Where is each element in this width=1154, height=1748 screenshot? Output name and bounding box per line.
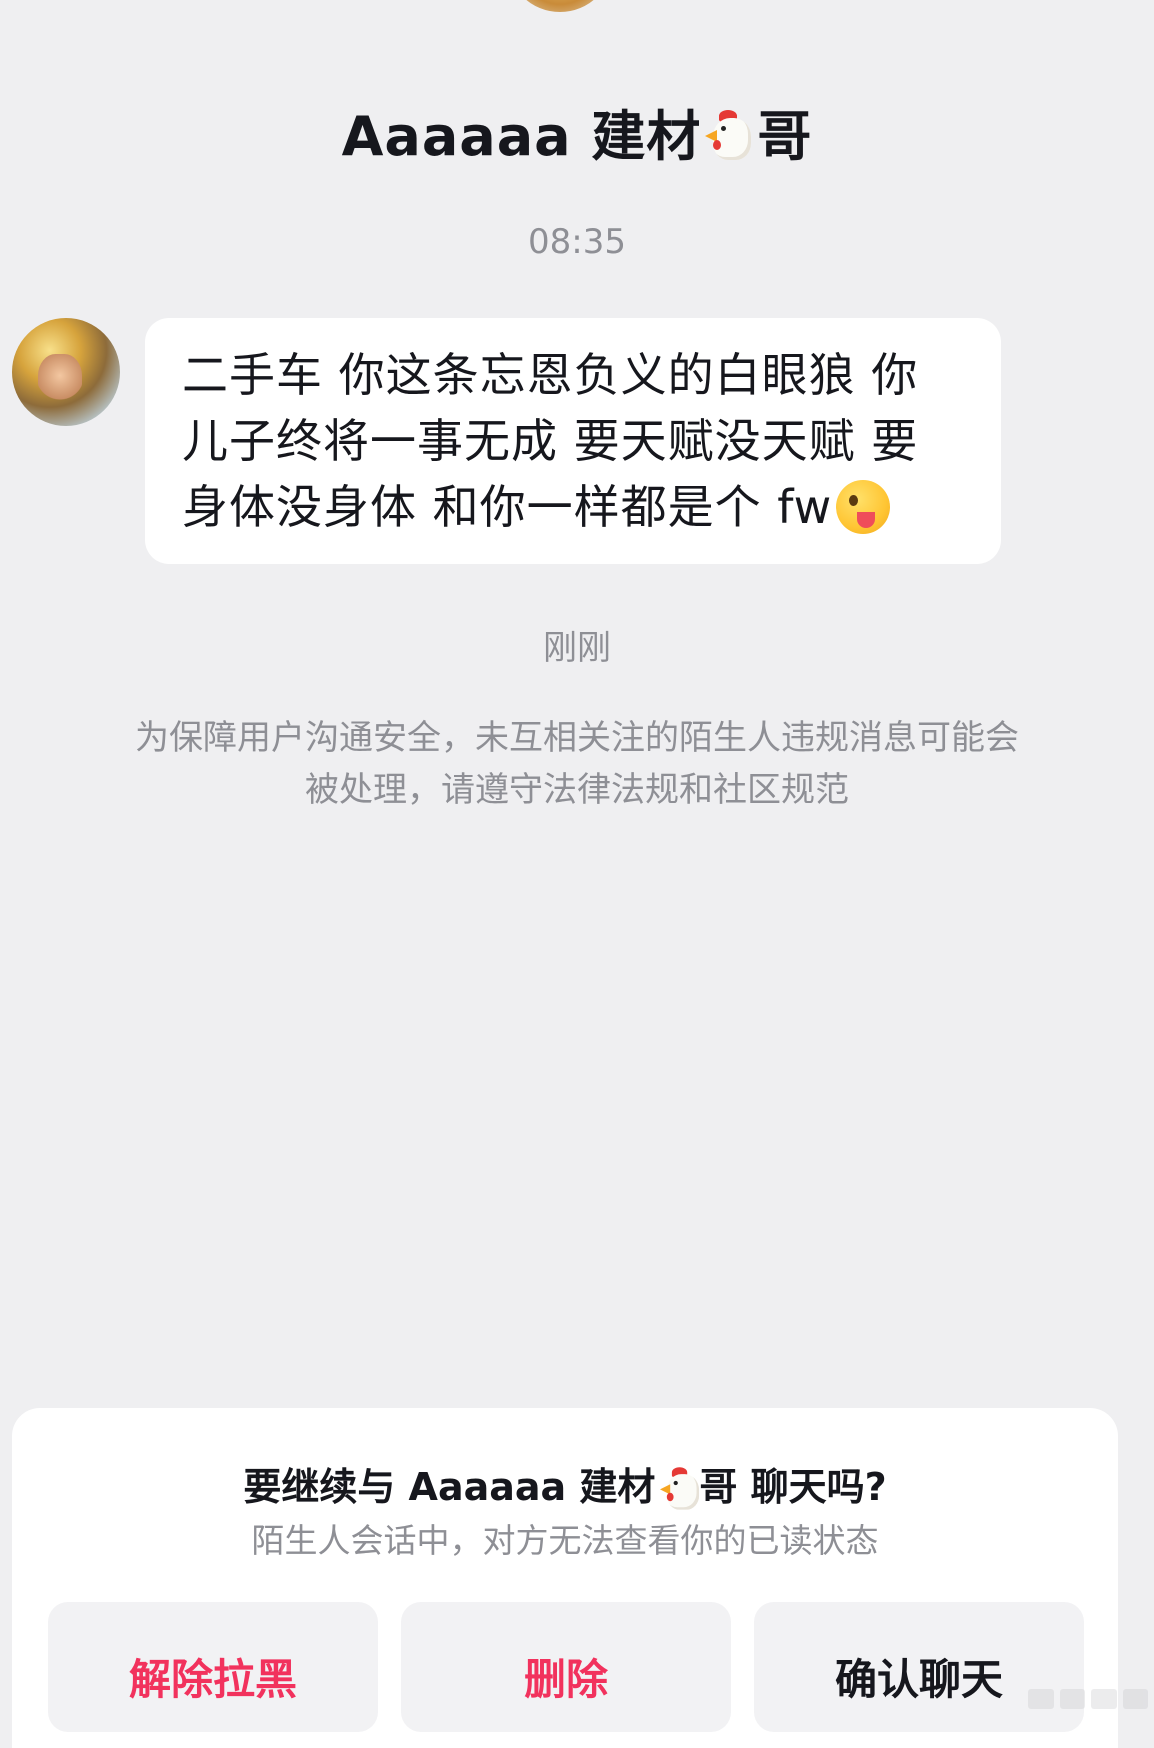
chicken-emoji-icon (660, 1466, 700, 1510)
sender-avatar[interactable] (12, 318, 120, 426)
recent-time-label: 刚刚 (543, 628, 611, 668)
chicken-emoji-icon (705, 110, 753, 162)
confirm-chat-button[interactable]: 确认聊天 (754, 1602, 1084, 1732)
message-timestamp: 08:35 (528, 222, 626, 262)
safety-notice: 为保障用户沟通安全，未互相关注的陌生人违规消息可能会被处理，请遵守法律法规和社区… (135, 718, 1019, 810)
continue-chat-sheet: 要继续与 Aaaaaa 建材哥 聊天吗? 陌生人会话中，对方无法查看你的已读状态… (12, 1408, 1118, 1748)
message-bubble[interactable]: 二手车 你这条忘恩负义的白眼狼 你儿子终将一事无成 要天赋没天赋 要身体没身体 … (145, 318, 1001, 564)
read-status-note: 陌生人会话中，对方无法查看你的已读状态 (251, 1521, 879, 1560)
chat-title-suffix: 哥 (757, 105, 813, 168)
contact-avatar-top[interactable] (507, 0, 613, 12)
chat-title-prefix: Aaaaaa 建材 (341, 105, 702, 168)
unblock-button[interactable]: 解除拉黑 (48, 1602, 378, 1732)
watermark (1028, 1689, 1148, 1709)
question-prefix: 要继续与 Aaaaaa 建材 (243, 1465, 656, 1509)
winking-tongue-emoji-icon (836, 479, 891, 534)
continue-chat-question: 要继续与 Aaaaaa 建材哥 聊天吗? (12, 1456, 1118, 1512)
delete-button[interactable]: 删除 (401, 1602, 731, 1732)
question-suffix: 哥 聊天吗? (699, 1465, 887, 1509)
message-text-container: 二手车 你这条忘恩负义的白眼狼 你儿子终将一事无成 要天赋没天赋 要身体没身体 … (182, 342, 965, 540)
message-text: 二手车 你这条忘恩负义的白眼狼 你儿子终将一事无成 要天赋没天赋 要身体没身体 … (182, 348, 919, 534)
chat-title: Aaaaaa 建材哥 (0, 92, 1154, 171)
